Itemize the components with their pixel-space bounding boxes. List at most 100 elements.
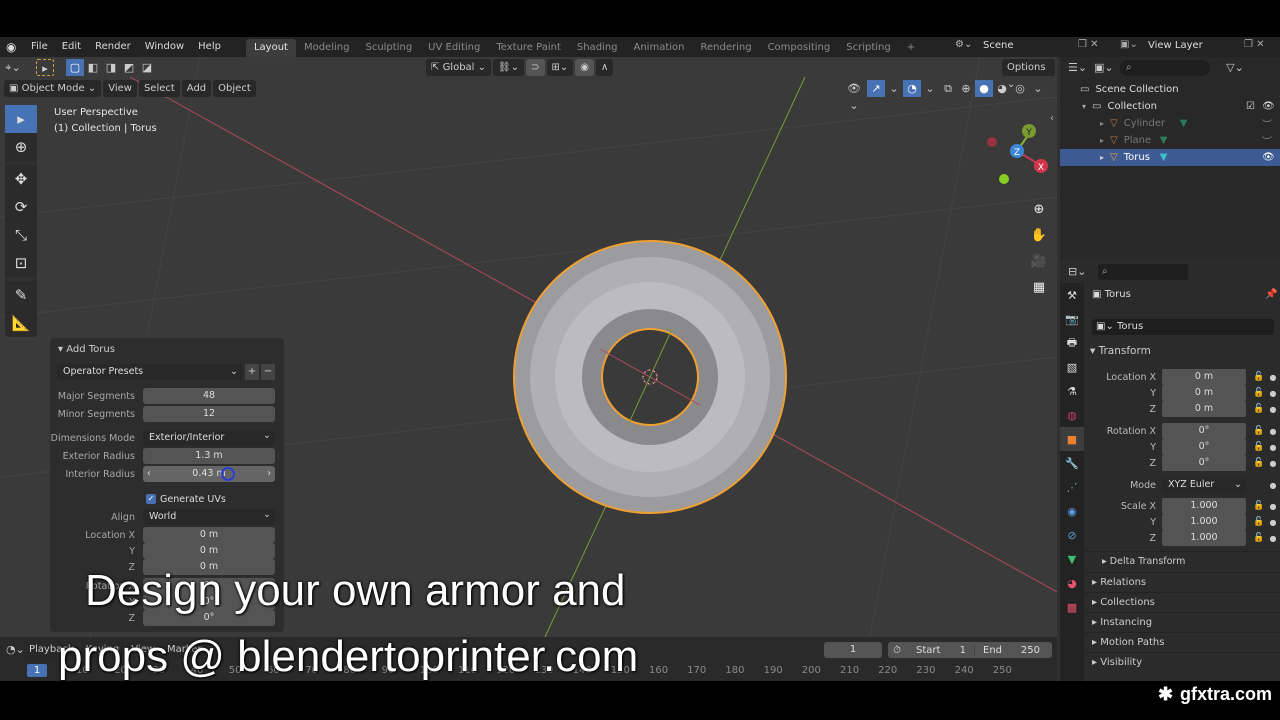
measure-tool-icon[interactable]: 📐 <box>5 309 37 337</box>
3d-viewport[interactable]: ⌖⌄ ▸ ▢ ◧ ◨ ◩ ◪ ⇱ Global ⌄ ⛓⌄ ⊃ ⊞⌄ ◉ ∧ Op… <box>0 57 1057 637</box>
overlay-dropdown-icon[interactable]: ⌄ <box>921 80 939 97</box>
outliner-item-cylinder[interactable]: ▸ ▽ Cylinder ▼ ︶ <box>1060 115 1280 132</box>
relations-panel[interactable]: ▸ Relations <box>1084 572 1280 592</box>
material-shading-icon[interactable]: ◕ <box>993 80 1011 97</box>
render-tab-icon[interactable]: 📷 <box>1060 307 1084 331</box>
operator-presets-dropdown[interactable]: Operator Presets ⌄ <box>57 364 243 380</box>
rotation-x-field[interactable]: 0° <box>1162 423 1246 439</box>
stopwatch-icon[interactable]: ⏱ <box>888 645 906 656</box>
proportional-edit-icon[interactable]: ◉ <box>575 59 594 76</box>
keyframe-dot[interactable]: ● <box>1268 518 1278 527</box>
remove-preset-button[interactable]: − <box>261 364 275 380</box>
end-frame-field[interactable]: End 250 <box>974 644 1046 656</box>
current-frame-field[interactable]: 1 <box>824 642 882 658</box>
workspace-tab-modeling[interactable]: Modeling <box>296 39 358 57</box>
select-extend-icon[interactable]: ◧ <box>84 59 102 76</box>
visibility-icon[interactable]: 👁 <box>1262 152 1275 163</box>
interior-radius-field[interactable]: ‹ 0.43 m › <box>143 466 275 482</box>
expand-arrow-icon[interactable]: ▾ <box>1082 102 1086 111</box>
keyframe-dot[interactable]: ● <box>1268 502 1278 511</box>
scene-icon[interactable]: ⚙⌄ <box>955 39 972 50</box>
shading-dropdown-icon[interactable]: ⌄ <box>1029 80 1047 97</box>
wireframe-shading-icon[interactable]: ⊕ <box>957 80 975 97</box>
lock-icon[interactable]: 🔓 <box>1250 533 1268 543</box>
expand-arrow-icon[interactable]: ▸ <box>1100 136 1104 145</box>
keyframe-dot[interactable]: ● <box>1268 534 1278 543</box>
dimensions-mode-dropdown[interactable]: Exterior/Interior <box>143 428 275 446</box>
outliner-item-plane[interactable]: ▸ ▽ Plane ▼ ︶ <box>1060 132 1280 149</box>
transform-panel-header[interactable]: ▾ Transform <box>1090 345 1151 357</box>
decrement-arrow-icon[interactable]: ‹ <box>147 466 151 482</box>
physics-tab-icon[interactable]: ◉ <box>1060 499 1084 523</box>
pivot-point-dropdown[interactable]: ⛓⌄ <box>493 59 525 76</box>
keyframe-dot[interactable]: ● <box>1268 389 1278 398</box>
scene-collection-row[interactable]: ▭ Scene Collection <box>1060 81 1280 98</box>
transform-tool-icon[interactable]: ⊡ <box>5 249 37 277</box>
select-new-icon[interactable]: ▢ <box>66 59 84 76</box>
collection-row[interactable]: ▾ ▭ Collection ☑ 👁 <box>1060 98 1280 115</box>
cursor-tool-icon[interactable]: ⊕ <box>5 133 37 161</box>
annotate-tool-icon[interactable]: ✎ <box>5 281 37 309</box>
scale-y-field[interactable]: 1.000 <box>1162 514 1246 530</box>
workspace-tab-uv-editing[interactable]: UV Editing <box>420 39 488 57</box>
lock-icon[interactable]: 🔓 <box>1250 388 1268 398</box>
solid-shading-icon[interactable]: ● <box>975 80 993 97</box>
navigation-gizmo[interactable]: Y Z X <box>975 109 1055 189</box>
visibility-panel[interactable]: ▸ Visibility <box>1084 652 1280 672</box>
sidebar-toggle-icon[interactable]: ‹ <box>1050 113 1054 124</box>
rotation-mode-dropdown[interactable]: XYZ Euler ⌄ <box>1162 477 1246 493</box>
texture-tab-icon[interactable]: ▩ <box>1060 595 1084 619</box>
constraints-tab-icon[interactable]: ⊘ <box>1060 523 1084 547</box>
delta-transform-subpanel[interactable]: ▸ Delta Transform <box>1084 551 1280 571</box>
location-z-field[interactable]: 0 m <box>1162 401 1246 417</box>
properties-search-input[interactable]: ⌕ <box>1098 263 1188 280</box>
keyframe-dot[interactable]: ● <box>1268 443 1278 452</box>
editor-type-icon[interactable]: ⊟⌄ <box>1068 263 1086 280</box>
expand-arrow-icon[interactable]: ▸ <box>1100 119 1104 128</box>
outliner-search-input[interactable]: ⌕ <box>1120 59 1210 76</box>
menu-view[interactable]: View <box>103 80 137 97</box>
menu-object[interactable]: Object <box>213 80 256 97</box>
gizmo-toggle-icon[interactable]: ↗ <box>867 80 885 97</box>
options-dropdown[interactable]: Options ⌄ <box>1002 59 1055 90</box>
workspace-tab-sculpting[interactable]: Sculpting <box>357 39 420 57</box>
add-workspace-button[interactable]: + <box>899 39 923 57</box>
pin-icon[interactable]: 📌 <box>1265 289 1277 300</box>
lock-icon[interactable]: 🔓 <box>1250 404 1268 414</box>
scale-x-field[interactable]: 1.000 <box>1162 498 1246 514</box>
zoom-icon[interactable]: ⊕ <box>1028 197 1050 223</box>
rotation-z-field[interactable]: 0° <box>1162 455 1246 471</box>
select-invert-icon[interactable]: ◩ <box>120 59 138 76</box>
lock-icon[interactable]: 🔓 <box>1250 442 1268 452</box>
workspace-tab-shading[interactable]: Shading <box>569 39 626 57</box>
lock-icon[interactable]: 🔓 <box>1250 372 1268 382</box>
lock-icon[interactable]: 🔓 <box>1250 458 1268 468</box>
collections-panel[interactable]: ▸ Collections <box>1084 592 1280 612</box>
instancing-panel[interactable]: ▸ Instancing <box>1084 612 1280 632</box>
select-intersect-icon[interactable]: ◪ <box>138 59 156 76</box>
workspace-tab-animation[interactable]: Animation <box>626 39 693 57</box>
select-tool-icon[interactable]: ▸ <box>36 59 54 76</box>
scale-tool-icon[interactable]: ⤡ <box>5 221 37 249</box>
menu-window[interactable]: Window <box>138 37 191 57</box>
falloff-icon[interactable]: ∧ <box>596 59 614 76</box>
object-tab-icon[interactable]: ■ <box>1060 427 1084 451</box>
visibility-icon[interactable]: 👁⌄ <box>845 80 863 112</box>
expand-arrow-icon[interactable]: ▸ <box>1100 153 1104 162</box>
ortho-grid-icon[interactable]: ▦ <box>1028 275 1050 301</box>
modifier-tab-icon[interactable]: 🔧 <box>1060 451 1084 475</box>
select-subtract-icon[interactable]: ◨ <box>102 59 120 76</box>
material-tab-icon[interactable]: ◕ <box>1060 571 1084 595</box>
object-name-field[interactable]: ▣⌄ Torus <box>1092 319 1274 335</box>
keyframe-dot[interactable]: ● <box>1268 427 1278 436</box>
location-y-field[interactable]: 0 m <box>143 543 275 559</box>
snap-mode-dropdown[interactable]: ⊞⌄ <box>546 59 574 76</box>
rendered-shading-icon[interactable]: ◎ <box>1011 80 1029 97</box>
xray-toggle-icon[interactable]: ⧉ <box>939 80 957 97</box>
workspace-tab-scripting[interactable]: Scripting <box>838 39 898 57</box>
camera-view-icon[interactable]: 🎥 <box>1028 249 1050 275</box>
playhead[interactable]: 1 <box>27 664 47 677</box>
align-dropdown[interactable]: World <box>143 507 275 525</box>
start-frame-field[interactable]: Start 1 <box>906 645 974 656</box>
new-view-layer-icon[interactable]: ❐ ✕ <box>1244 39 1265 50</box>
